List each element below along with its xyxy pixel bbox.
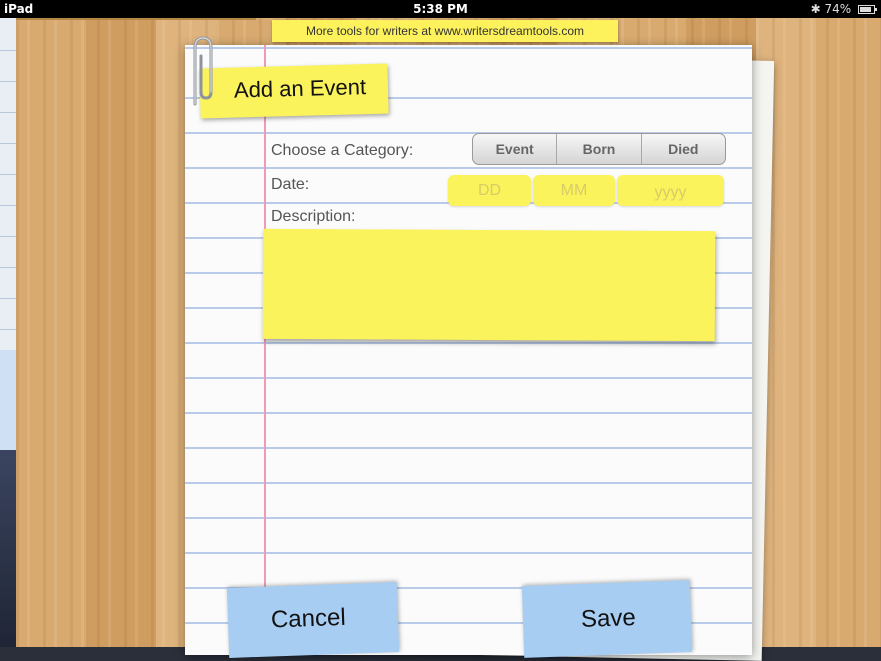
status-bar: iPad 5:38 PM ✱ 74% bbox=[0, 0, 881, 18]
category-option-born[interactable]: Born bbox=[556, 134, 640, 164]
description-label: Description: bbox=[271, 208, 356, 225]
category-label: Choose a Category: bbox=[271, 142, 414, 159]
category-option-event[interactable]: Event bbox=[473, 134, 556, 164]
month-field[interactable]: MM bbox=[533, 175, 615, 206]
page-title: Add an Event bbox=[233, 74, 367, 103]
status-time: 5:38 PM bbox=[413, 2, 468, 16]
status-right: ✱ 74% bbox=[810, 0, 877, 18]
cancel-button-label: Cancel bbox=[270, 603, 347, 634]
paperclip-icon bbox=[193, 36, 213, 106]
save-button-label: Save bbox=[580, 604, 637, 633]
battery-icon bbox=[858, 5, 877, 14]
day-field[interactable]: DD bbox=[448, 175, 531, 206]
year-field[interactable]: yyyy bbox=[617, 175, 724, 206]
title-sticky-note: Add an Event bbox=[199, 63, 389, 119]
date-label: Date: bbox=[271, 176, 310, 193]
battery-percent: 74% bbox=[824, 2, 852, 16]
wood-edge bbox=[16, 18, 256, 20]
save-button[interactable]: Save bbox=[521, 580, 693, 658]
category-segmented-control[interactable]: Event Born Died bbox=[472, 133, 726, 165]
bluetooth-icon: ✱ bbox=[810, 2, 821, 16]
description-input[interactable] bbox=[262, 228, 716, 342]
promo-banner[interactable]: More tools for writers at www.writersdre… bbox=[272, 20, 618, 42]
category-option-died[interactable]: Died bbox=[640, 134, 725, 164]
